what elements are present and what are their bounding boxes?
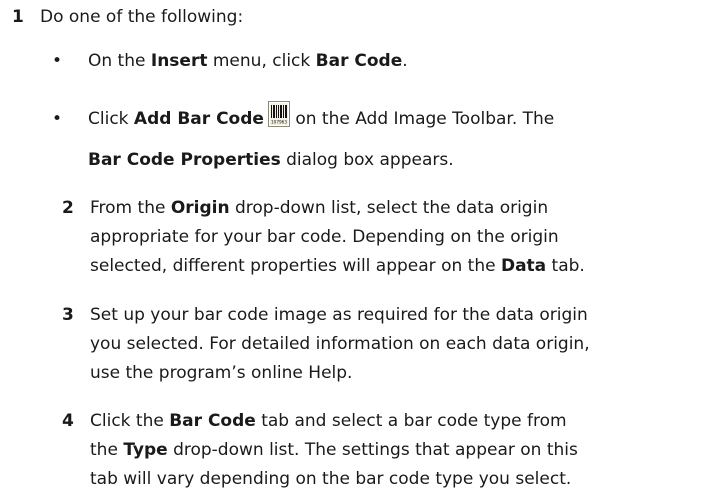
step-number: 4 xyxy=(62,411,74,431)
control-name-type: Type xyxy=(123,440,168,460)
menu-name-insert: Insert xyxy=(150,51,208,71)
barcode-icon-caption: 107963 xyxy=(271,120,287,125)
tab-name-bar-code: Bar Code xyxy=(169,411,256,431)
step-number: 2 xyxy=(62,198,74,218)
bullet-dot: • xyxy=(52,109,63,129)
step-text: From the Origin drop-down list, select t… xyxy=(90,198,585,276)
step-2: 2 From the Origin drop-down list, select… xyxy=(62,194,710,281)
tab-name-data: Data xyxy=(500,256,547,276)
step-text: Do one of the following: xyxy=(40,7,244,27)
step-1: 1 Do one of the following: xyxy=(12,0,243,34)
bullet-item-add-bar-code: • Click Add Bar Code 107963 on the Add Im… xyxy=(52,101,554,136)
bullet-dot: • xyxy=(52,51,63,71)
step-text: Set up your bar code image as required f… xyxy=(90,305,590,383)
menu-item-bar-code: Bar Code xyxy=(315,51,403,71)
barcode-icon: 107963 xyxy=(267,101,290,127)
dialog-name-bar-code-properties: Bar Code Properties xyxy=(88,150,281,170)
step-3: 3 Set up your bar code image as required… xyxy=(62,301,710,388)
bullet-item-insert-menu: • On the Insert menu, click Bar Code. xyxy=(52,44,408,78)
step-text: Click the Bar Code tab and select a bar … xyxy=(90,411,578,489)
control-name-origin: Origin xyxy=(170,198,230,218)
step-number: 1 xyxy=(12,7,24,27)
step-number: 3 xyxy=(62,305,74,325)
step-4: 4 Click the Bar Code tab and select a ba… xyxy=(62,407,710,494)
button-name-add-bar-code: Add Bar Code xyxy=(133,109,264,129)
bullet-item-add-bar-code-cont: Bar Code Properties dialog box appears. xyxy=(88,150,454,170)
